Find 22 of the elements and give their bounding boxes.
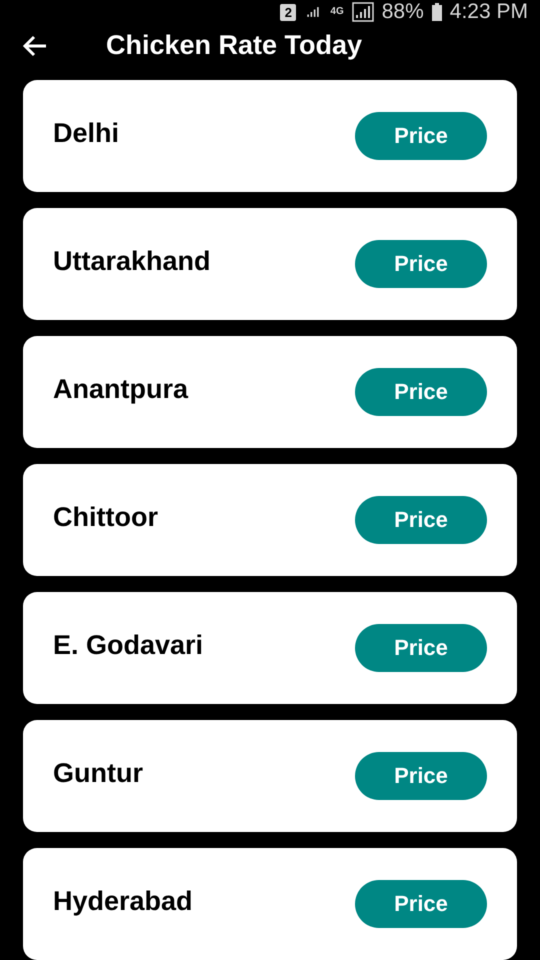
price-button[interactable]: Price <box>355 624 487 672</box>
city-name: E. Godavari <box>53 630 204 662</box>
city-name: Guntur <box>53 758 143 790</box>
price-button[interactable]: Price <box>355 752 487 800</box>
city-name: Hyderabad <box>53 886 193 918</box>
price-button[interactable]: Price <box>355 880 487 928</box>
signal-icon <box>352 2 374 22</box>
price-button[interactable]: Price <box>355 368 487 416</box>
price-button[interactable]: Price <box>355 240 487 288</box>
network-type: 4G <box>330 7 344 17</box>
price-button[interactable]: Price <box>355 496 487 544</box>
clock: 4:23 PM <box>450 0 528 24</box>
city-name: Chittoor <box>53 502 158 534</box>
city-name: Anantpura <box>53 374 188 406</box>
screen-title: Chicken Rate Today <box>106 30 362 61</box>
price-button[interactable]: Price <box>355 112 487 160</box>
city-name: Uttarakhand <box>53 246 211 278</box>
city-name: Delhi <box>53 118 120 150</box>
back-icon[interactable] <box>22 34 48 58</box>
battery-percent: 88% <box>382 0 424 24</box>
sim-indicator: 2 <box>280 4 296 20</box>
battery-icon <box>432 3 442 21</box>
